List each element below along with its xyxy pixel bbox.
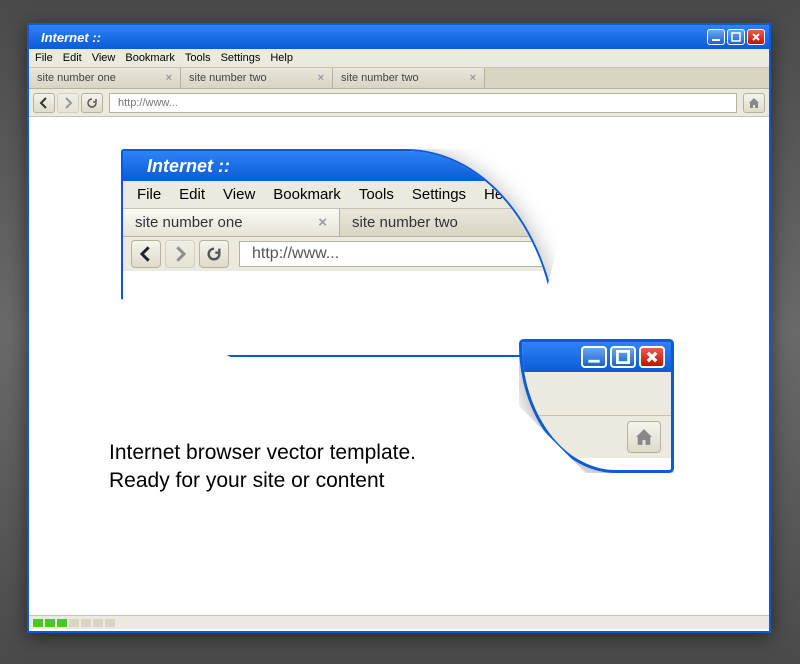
menu-file: File — [137, 186, 161, 203]
tab-label: site number one — [135, 214, 243, 231]
home-button[interactable] — [743, 93, 765, 113]
zoom-tab-2: site number two — [340, 209, 557, 236]
minimize-icon — [711, 32, 721, 42]
close-button — [639, 346, 665, 368]
minimize-button — [581, 346, 607, 368]
menubar: File Edit View Bookmark Tools Settings H… — [29, 49, 769, 68]
tab-close-icon[interactable]: × — [166, 72, 172, 84]
home-icon — [747, 96, 761, 110]
caption-line-1: Internet browser vector template. — [109, 439, 416, 467]
forward-arrow-icon — [62, 97, 74, 109]
tab-close-icon[interactable]: × — [470, 72, 476, 84]
minimize-button[interactable] — [707, 29, 725, 45]
menu-settings[interactable]: Settings — [221, 52, 261, 64]
menu-edit: Edit — [179, 186, 205, 203]
back-button — [131, 240, 161, 268]
forward-button[interactable] — [57, 93, 79, 113]
tab-2[interactable]: site number two × — [181, 68, 333, 88]
progress-segment — [69, 619, 79, 627]
tab-1[interactable]: site number one × — [29, 68, 181, 88]
back-arrow-icon — [138, 246, 154, 262]
home-button — [627, 421, 661, 453]
menu-file[interactable]: File — [35, 52, 53, 64]
zoom-menubar: File Edit View Bookmark Tools Settings H… — [123, 181, 557, 209]
tab-label: site number two — [189, 72, 267, 84]
navbar: http://www... — [29, 89, 769, 117]
titlebar: Internet :: — [29, 25, 769, 49]
zoom-toolbar — [522, 372, 671, 416]
zoom-tabbar: site number one × site number two — [123, 209, 557, 237]
statusbar — [29, 615, 769, 629]
zoom-window-controls — [522, 342, 671, 372]
browser-window: Internet :: File Edit View Bookmark Tool… — [27, 23, 771, 633]
menu-help: Help — [484, 186, 515, 203]
menu-tools: Tools — [359, 186, 394, 203]
reload-button[interactable] — [81, 93, 103, 113]
reload-icon — [206, 246, 222, 262]
url-text: http://www... — [118, 97, 178, 109]
menu-bookmark[interactable]: Bookmark — [125, 52, 175, 64]
progress-segment — [105, 619, 115, 627]
maximize-button — [610, 346, 636, 368]
back-arrow-icon — [38, 97, 50, 109]
reload-icon — [86, 97, 98, 109]
tab-label: site number two — [352, 214, 458, 231]
tab-close-icon: × — [318, 214, 327, 231]
tabbar: site number one × site number two × site… — [29, 68, 769, 89]
close-icon — [645, 350, 659, 364]
zoom-title: Internet :: — [123, 151, 557, 181]
forward-button — [165, 240, 195, 268]
zoom-url: http://www... — [239, 241, 549, 267]
reload-button — [199, 240, 229, 268]
maximize-icon — [731, 32, 741, 42]
menu-view[interactable]: View — [92, 52, 116, 64]
progress-segment — [93, 619, 103, 627]
tab-close-icon[interactable]: × — [318, 72, 324, 84]
forward-arrow-icon — [172, 246, 188, 262]
tab-3[interactable]: site number two × — [333, 68, 485, 88]
maximize-icon — [616, 350, 630, 364]
tab-label: site number one — [37, 72, 116, 84]
zoom-navbar: http://www... — [123, 237, 557, 271]
menu-help[interactable]: Help — [270, 52, 293, 64]
progress-segment — [57, 619, 67, 627]
progress-segment — [81, 619, 91, 627]
menu-edit[interactable]: Edit — [63, 52, 82, 64]
menu-view: View — [223, 186, 255, 203]
zoom-callout-bottom — [519, 339, 674, 473]
home-icon — [633, 426, 655, 448]
menu-bookmark: Bookmark — [273, 186, 341, 203]
caption-line-2: Ready for your site or content — [109, 467, 416, 495]
close-button[interactable] — [747, 29, 765, 45]
zoom-tab-1: site number one × — [123, 209, 340, 236]
caption: Internet browser vector template. Ready … — [109, 439, 416, 496]
menu-settings: Settings — [412, 186, 466, 203]
maximize-button[interactable] — [727, 29, 745, 45]
back-button[interactable] — [33, 93, 55, 113]
minimize-icon — [587, 350, 601, 364]
menu-tools[interactable]: Tools — [185, 52, 211, 64]
close-icon — [751, 32, 761, 42]
page-content: Internet :: File Edit View Bookmark Tool… — [29, 117, 769, 615]
url-input[interactable]: http://www... — [109, 93, 737, 113]
progress-segment — [33, 619, 43, 627]
tab-label: site number two — [341, 72, 419, 84]
progress-segment — [45, 619, 55, 627]
zoom-home-row — [522, 416, 671, 458]
zoom-callout-top: Internet :: File Edit View Bookmark Tool… — [121, 149, 559, 357]
window-title: Internet :: — [41, 30, 101, 45]
window-controls — [707, 29, 765, 45]
